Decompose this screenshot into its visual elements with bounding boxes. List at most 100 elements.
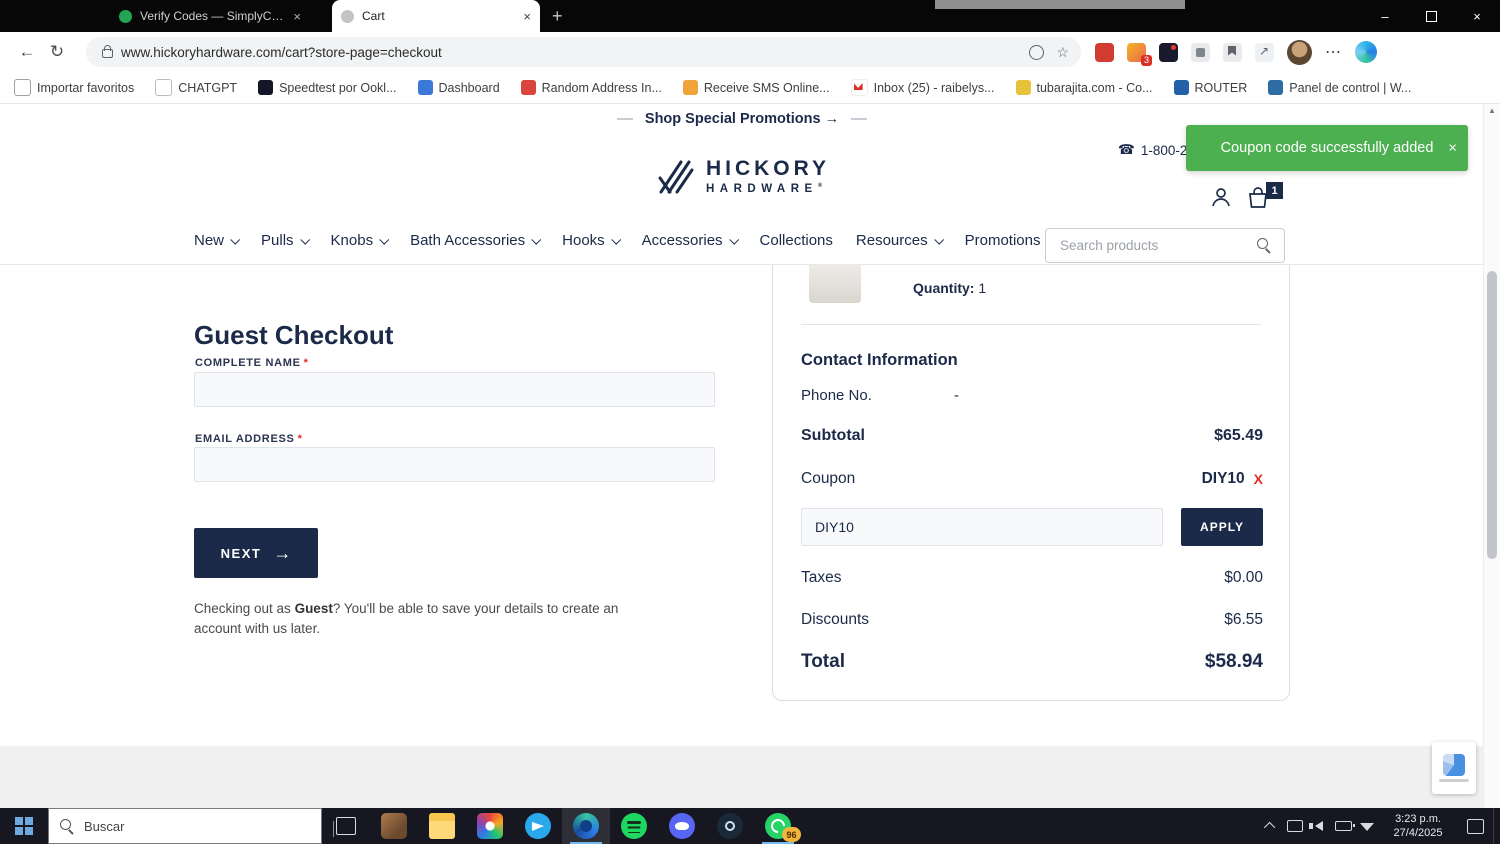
tab-close-icon[interactable]: ×	[293, 9, 301, 24]
taskbar-clock[interactable]: 3:23 p.m. 27/4/2025	[1379, 812, 1457, 841]
volume-tray-icon[interactable]	[1307, 821, 1331, 831]
coupon-extension-icon[interactable]: 3	[1127, 42, 1152, 66]
bookmark-item[interactable]: Receive SMS Online...	[682, 80, 830, 95]
chevron-down-icon	[531, 234, 542, 245]
bookmark-item[interactable]: tubarajita.com - Co...	[1015, 80, 1153, 95]
card-divider	[801, 324, 1261, 325]
page-scrollbar[interactable]: ▲	[1483, 104, 1500, 808]
tab-title: Verify Codes — SimplyCodes	[140, 9, 286, 23]
remove-coupon-button[interactable]: X	[1254, 471, 1263, 487]
profile-avatar[interactable]	[1287, 39, 1312, 65]
battery-tray-icon[interactable]	[1331, 821, 1355, 831]
show-desktop-button[interactable]	[1493, 808, 1500, 844]
quantity-label: Quantity:	[913, 280, 975, 296]
task-view-button[interactable]	[322, 808, 370, 844]
cart-count-badge: 1	[1266, 182, 1283, 199]
copilot-icon[interactable]	[1355, 41, 1377, 63]
url-text[interactable]: www.hickoryhardware.com/cart?store-page=…	[121, 45, 1019, 60]
nav-item-promotions[interactable]: Promotions	[965, 232, 1041, 249]
bookmark-item[interactable]: Importar favoritos	[14, 79, 134, 96]
scroll-up-arrow[interactable]: ▲	[1484, 106, 1500, 115]
tray-expand-button[interactable]	[1259, 821, 1283, 834]
bookmark-star-icon[interactable]: ☆	[1056, 44, 1069, 61]
bookmark-item[interactable]: Random Address In...	[520, 80, 662, 95]
bookmark-item[interactable]: ROUTER	[1173, 80, 1247, 95]
contact-phone-row: Phone No. -	[801, 387, 1263, 404]
pinned-app-button[interactable]	[370, 808, 418, 844]
account-icon[interactable]	[1210, 186, 1232, 208]
clock-time: 3:23 p.m.	[1395, 812, 1441, 825]
dashboard-favicon	[417, 80, 433, 95]
extensions-puzzle-icon[interactable]	[1191, 42, 1210, 62]
panel-favicon	[1268, 80, 1284, 95]
minimize-button[interactable]: –	[1362, 0, 1408, 32]
steam-button[interactable]	[706, 808, 754, 844]
cart-favicon	[341, 9, 354, 23]
display-tray-icon[interactable]	[1283, 820, 1307, 832]
coupon-input[interactable]	[801, 508, 1163, 546]
share-icon[interactable]	[1255, 42, 1274, 62]
close-button[interactable]: ×	[1454, 0, 1500, 32]
bookmark-item[interactable]: Panel de control | W...	[1268, 80, 1411, 95]
search-icon[interactable]	[1257, 238, 1272, 253]
photos-app-icon	[477, 813, 503, 839]
spotify-button[interactable]	[610, 808, 658, 844]
extension-icon[interactable]	[1159, 42, 1178, 62]
maximize-button[interactable]	[1408, 0, 1454, 32]
toast-close-icon[interactable]: ×	[1448, 140, 1457, 157]
contact-phone-value: -	[954, 387, 959, 404]
bookmark-item[interactable]: Speedtest por Ookl...	[258, 80, 397, 95]
scrollbar-thumb[interactable]	[1487, 271, 1497, 559]
file-explorer-button[interactable]	[418, 808, 466, 844]
reload-button[interactable]: ↻	[42, 37, 72, 67]
product-search-input[interactable]	[1058, 237, 1257, 254]
tab-cart[interactable]: Cart ×	[332, 0, 540, 32]
main-nav: New Pulls Knobs Bath Accessories Hooks A…	[194, 232, 1040, 249]
network-tray-icon[interactable]	[1355, 821, 1379, 831]
product-search[interactable]	[1045, 228, 1285, 263]
nav-item-pulls[interactable]: Pulls	[261, 232, 310, 249]
cart-button[interactable]: 1	[1246, 182, 1283, 215]
discounts-row: Discounts $6.55	[801, 611, 1263, 629]
window-controls: – ×	[1362, 0, 1500, 32]
nav-item-new[interactable]: New	[194, 232, 241, 249]
email-field[interactable]	[194, 447, 715, 482]
browser-menu-icon[interactable]: ⋯	[1325, 42, 1342, 62]
bookmark-item[interactable]: Dashboard	[417, 80, 500, 95]
chevron-down-icon	[379, 234, 390, 245]
hickory-logo-mark	[658, 160, 694, 194]
nav-item-bath-accessories[interactable]: Bath Accessories	[410, 232, 542, 249]
back-button[interactable]: ←	[12, 37, 42, 67]
apply-coupon-button[interactable]: APPLY	[1181, 508, 1263, 546]
telegram-button[interactable]	[514, 808, 562, 844]
adblock-extension-icon[interactable]	[1095, 42, 1114, 62]
whatsapp-button[interactable]: 96	[754, 808, 802, 844]
new-tab-button[interactable]: +	[552, 0, 563, 32]
nav-item-accessories[interactable]: Accessories	[642, 232, 739, 249]
windows-taskbar: Buscar 96 3:23 p.m. 27/4/2025	[0, 808, 1500, 844]
recaptcha-icon	[1443, 754, 1465, 776]
bookmark-item[interactable]: Inbox (25) - raibelys...	[850, 79, 995, 96]
start-button[interactable]	[0, 808, 48, 844]
tab-close-icon[interactable]: ×	[523, 9, 531, 24]
nav-item-hooks[interactable]: Hooks	[562, 232, 621, 249]
next-button[interactable]: NEXT →	[194, 528, 318, 578]
notification-center-button[interactable]	[1457, 818, 1493, 834]
tab-simplycodes[interactable]: Verify Codes — SimplyCodes ×	[110, 0, 310, 32]
edge-button[interactable]	[562, 808, 610, 844]
recaptcha-badge[interactable]	[1432, 742, 1476, 794]
address-bar[interactable]: www.hickoryhardware.com/cart?store-page=…	[86, 37, 1081, 67]
import-favorites-icon	[14, 79, 31, 96]
collections-icon[interactable]	[1223, 42, 1242, 62]
nav-item-knobs[interactable]: Knobs	[331, 232, 390, 249]
translate-icon[interactable]	[1029, 44, 1045, 60]
bookmark-item[interactable]: CHATGPT	[155, 79, 237, 96]
screen: Verify Codes — SimplyCodes × Cart × + – …	[0, 0, 1500, 844]
photos-app-button[interactable]	[466, 808, 514, 844]
nav-item-resources[interactable]: Resources	[856, 232, 944, 249]
discord-button[interactable]	[658, 808, 706, 844]
complete-name-field[interactable]	[194, 372, 715, 407]
notification-icon	[1466, 818, 1484, 834]
nav-item-collections[interactable]: Collections	[760, 232, 833, 249]
taskbar-search[interactable]: Buscar	[48, 808, 322, 844]
